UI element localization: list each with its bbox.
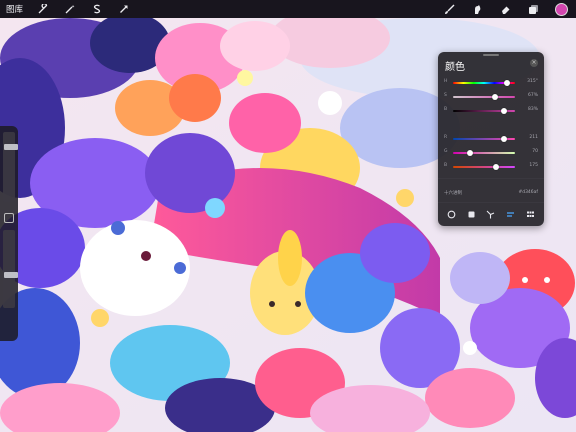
- top-toolbar: 图库: [0, 0, 576, 18]
- hex-row[interactable]: 十六进制 #d346af: [444, 190, 538, 200]
- slider-label: B: [444, 107, 448, 112]
- hsb-slider-b[interactable]: B 83%: [444, 106, 538, 116]
- slider-value[interactable]: 315°: [520, 79, 538, 84]
- slider-knob[interactable]: [501, 136, 508, 142]
- hex-value[interactable]: #d346af: [518, 190, 538, 195]
- hsb-slider-h[interactable]: H 315°: [444, 78, 538, 88]
- eraser-icon[interactable]: [498, 2, 512, 16]
- selection-s-icon[interactable]: [90, 2, 104, 16]
- slider-label: G: [444, 149, 448, 154]
- magic-wand-icon[interactable]: [63, 2, 77, 16]
- rgb-slider-r[interactable]: R 211: [444, 134, 538, 144]
- current-color-swatch: [554, 2, 568, 16]
- current-color-button[interactable]: [554, 2, 568, 16]
- slider-value[interactable]: 67%: [520, 93, 538, 98]
- slider-value[interactable]: 211: [520, 135, 538, 140]
- brush-size-slider[interactable]: [3, 132, 18, 202]
- brush-icon[interactable]: [442, 2, 456, 16]
- gallery-button[interactable]: 图库: [6, 3, 23, 15]
- modify-button[interactable]: [4, 213, 14, 223]
- divider: [438, 178, 544, 179]
- slider-track[interactable]: [453, 166, 515, 168]
- slider-label: B: [444, 163, 448, 168]
- slider-value[interactable]: 175: [520, 163, 538, 168]
- slider-value[interactable]: 83%: [520, 107, 538, 112]
- slider-knob[interactable]: [492, 164, 499, 170]
- hex-label: 十六进制: [444, 191, 462, 196]
- transform-arrow-icon[interactable]: [117, 2, 131, 16]
- classic-tab[interactable]: [465, 208, 477, 220]
- slider-knob[interactable]: [466, 150, 473, 156]
- layers-icon[interactable]: [526, 2, 540, 16]
- rgb-slider-g[interactable]: G 70: [444, 148, 538, 158]
- side-bar: [0, 126, 18, 341]
- hsb-slider-s[interactable]: S 67%: [444, 92, 538, 102]
- brush-size-thumb[interactable]: [4, 143, 18, 150]
- panel-title: 颜色: [445, 62, 465, 73]
- slider-label: H: [444, 79, 448, 84]
- color-mode-tabs: [442, 207, 540, 221]
- disc-tab[interactable]: [446, 208, 458, 220]
- slider-label: S: [444, 93, 447, 98]
- close-icon[interactable]: ×: [530, 59, 538, 67]
- slider-track[interactable]: [453, 96, 515, 98]
- opacity-slider[interactable]: [3, 230, 18, 308]
- slider-track[interactable]: [453, 152, 515, 154]
- palettes-tab[interactable]: [524, 208, 536, 220]
- slider-knob[interactable]: [504, 80, 511, 86]
- slider-knob[interactable]: [491, 94, 498, 100]
- panel-grabber[interactable]: [483, 54, 499, 56]
- slider-knob[interactable]: [501, 108, 508, 114]
- harmony-tab[interactable]: [485, 208, 497, 220]
- value-tab[interactable]: [505, 208, 517, 220]
- slider-value[interactable]: 70: [520, 149, 538, 154]
- rgb-slider-b[interactable]: B 175: [444, 162, 538, 172]
- smudge-icon[interactable]: [470, 2, 484, 16]
- wrench-icon[interactable]: [36, 2, 50, 16]
- divider: [438, 202, 544, 203]
- opacity-thumb[interactable]: [4, 271, 18, 278]
- slider-label: R: [444, 135, 448, 140]
- color-panel: 颜色 × H 315° S 67% B 83% R 211 G 70 B 175 十六进制 #d34…: [438, 52, 544, 226]
